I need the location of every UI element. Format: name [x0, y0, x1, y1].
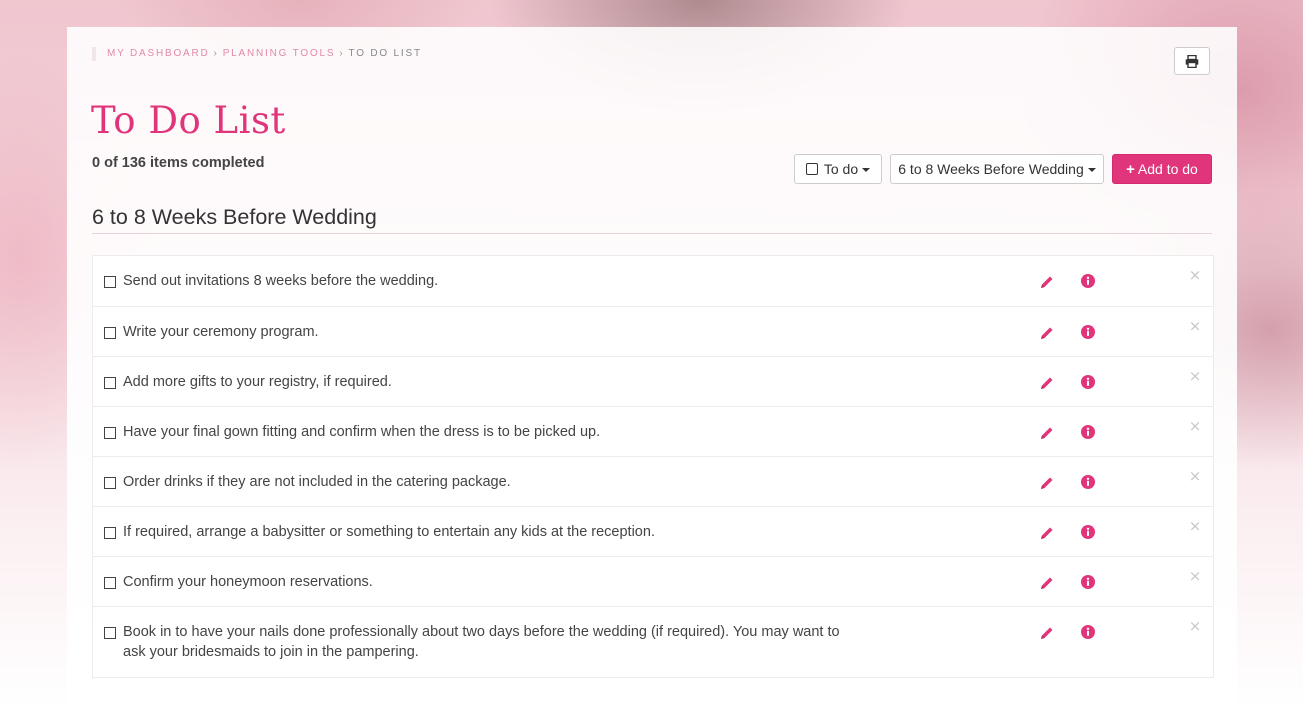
print-button[interactable] [1174, 47, 1210, 75]
task-text: Send out invitations 8 weeks before the … [123, 273, 439, 289]
breadcrumb-separator: › [339, 48, 345, 59]
pencil-icon[interactable] [1039, 274, 1055, 290]
info-icon[interactable] [1081, 425, 1095, 439]
remove-task-button[interactable]: × [1188, 469, 1202, 484]
task-checkbox[interactable] [104, 276, 116, 288]
print-icon [1185, 54, 1199, 68]
task-text: Order drinks if they are not included in… [123, 474, 511, 490]
pencil-icon[interactable] [1039, 375, 1055, 391]
task-row: Book in to have your nails done professi… [93, 606, 1213, 677]
pencil-icon[interactable] [1039, 625, 1055, 641]
pencil-icon[interactable] [1039, 575, 1055, 591]
task-row: Add more gifts to your registry, if requ… [93, 356, 1213, 406]
task-text: Have your final gown fitting and confirm… [123, 424, 601, 440]
progress-summary: 0 of 136 items completed [92, 155, 265, 171]
caret-down-icon [862, 168, 871, 172]
remove-task-button[interactable]: × [1188, 268, 1202, 283]
info-icon[interactable] [1081, 575, 1095, 589]
plus-icon: + [1126, 160, 1135, 178]
task-row: Have your final gown fitting and confirm… [93, 406, 1213, 456]
timeframe-filter-dropdown[interactable]: 6 to 8 Weeks Before Wedding [890, 154, 1104, 184]
pencil-icon[interactable] [1039, 425, 1055, 441]
task-row: Write your ceremony program. × [93, 306, 1213, 356]
page-title: To Do List [91, 99, 286, 142]
task-text: Write your ceremony program. [123, 324, 319, 340]
section-heading: 6 to 8 Weeks Before Wedding [92, 205, 1212, 234]
pencil-icon[interactable] [1039, 475, 1055, 491]
task-checkbox[interactable] [104, 627, 116, 639]
breadcrumb: MY DASHBOARD › PLANNING TOOLS › TO DO LIST [92, 47, 422, 61]
add-todo-label: Add to do [1137, 161, 1198, 177]
info-icon[interactable] [1081, 475, 1095, 489]
breadcrumb-current: TO DO LIST [348, 48, 422, 59]
task-row: Send out invitations 8 weeks before the … [93, 256, 1213, 306]
task-row: Confirm your honeymoon reservations. × [93, 556, 1213, 606]
remove-task-button[interactable]: × [1188, 419, 1202, 434]
remove-task-button[interactable]: × [1188, 619, 1202, 634]
remove-task-button[interactable]: × [1188, 319, 1202, 334]
task-checkbox[interactable] [104, 527, 116, 539]
task-text: Add more gifts to your registry, if requ… [123, 374, 392, 390]
task-checkbox[interactable] [104, 327, 116, 339]
breadcrumb-separator: › [213, 48, 219, 59]
breadcrumb-my-dashboard[interactable]: MY DASHBOARD [107, 48, 210, 59]
task-checkbox[interactable] [104, 577, 116, 589]
caret-down-icon [1087, 168, 1096, 172]
checkbox-icon [805, 163, 818, 175]
info-icon[interactable] [1081, 625, 1095, 639]
timeframe-filter-label: 6 to 8 Weeks Before Wedding [898, 161, 1084, 177]
task-checkbox[interactable] [104, 377, 116, 389]
breadcrumb-planning-tools[interactable]: PLANNING TOOLS [223, 48, 336, 59]
task-checkbox[interactable] [104, 477, 116, 489]
task-row: If required, arrange a babysitter or som… [93, 506, 1213, 556]
add-todo-button[interactable]: + Add to do [1112, 154, 1212, 184]
status-filter-dropdown[interactable]: To do [794, 154, 882, 184]
task-text: If required, arrange a babysitter or som… [123, 524, 655, 540]
task-list: Send out invitations 8 weeks before the … [92, 255, 1214, 678]
info-icon[interactable] [1081, 375, 1095, 389]
pencil-icon[interactable] [1039, 525, 1055, 541]
task-row: Order drinks if they are not included in… [93, 456, 1213, 506]
main-panel: MY DASHBOARD › PLANNING TOOLS › TO DO LIST T… [67, 27, 1237, 710]
remove-task-button[interactable]: × [1188, 569, 1202, 584]
info-icon[interactable] [1081, 525, 1095, 539]
info-icon[interactable] [1081, 325, 1095, 339]
task-text: Book in to have your nails done professi… [123, 624, 840, 660]
remove-task-button[interactable]: × [1188, 519, 1202, 534]
task-text: Confirm your honeymoon reservations. [123, 574, 373, 590]
pencil-icon[interactable] [1039, 325, 1055, 341]
task-checkbox[interactable] [104, 427, 116, 439]
info-icon[interactable] [1081, 274, 1095, 288]
status-filter-label: To do [823, 161, 859, 177]
remove-task-button[interactable]: × [1188, 369, 1202, 384]
